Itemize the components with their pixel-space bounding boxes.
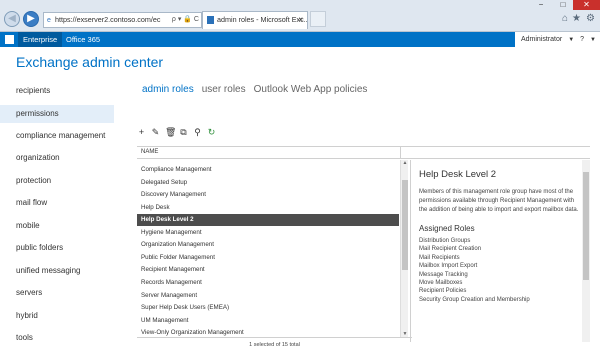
tab-title: admin roles - Microsoft Exc... (217, 15, 308, 24)
edit-icon[interactable]: ✎ (151, 127, 160, 137)
browser-tab[interactable]: admin roles - Microsoft Exc... × (202, 11, 308, 29)
list-scrollbar[interactable]: ▲ ▼ (400, 160, 408, 337)
tab-user-roles[interactable]: user roles (202, 84, 246, 95)
star-icon[interactable]: ★ (572, 13, 581, 24)
list-item[interactable]: Public Folder Management (137, 252, 399, 264)
address-text: https://exserver2.contoso.com/ec (55, 15, 161, 24)
user-menu[interactable]: Administrator (521, 36, 562, 43)
left-nav: recipients permissions compliance manage… (0, 80, 114, 363)
detail-description: Members of this management role group ha… (419, 189, 579, 213)
scroll-up-icon[interactable]: ▲ (401, 160, 409, 166)
nav-item-compliance-management[interactable]: compliance management (0, 127, 114, 145)
assigned-roles-heading: Assigned Roles (419, 224, 475, 233)
detail-header-divider (400, 146, 590, 159)
role-item: Mail Recipients (419, 254, 460, 261)
nav-item-servers[interactable]: servers (0, 284, 114, 302)
nav-item-unified-messaging[interactable]: unified messaging (0, 262, 114, 280)
office-logo-icon (5, 35, 14, 44)
main-tabs: admin roles user roles Outlook Web App p… (142, 84, 367, 95)
selection-status: 1 selected of 15 total (137, 337, 412, 351)
nav-item-protection[interactable]: protection (0, 172, 114, 190)
page-title: Exchange admin center (16, 54, 164, 70)
maximize-button[interactable]: □ (554, 0, 572, 10)
list-item[interactable]: Hygiene Management (137, 227, 399, 239)
nav-item-hybrid[interactable]: hybrid (0, 307, 114, 325)
add-icon[interactable]: + (137, 127, 146, 137)
list-item[interactable]: Delegated Setup (137, 177, 399, 189)
details-scrollbar[interactable] (582, 160, 590, 342)
details-pane: Help Desk Level 2 Members of this manage… (410, 160, 582, 342)
nav-item-recipients[interactable]: recipients (0, 82, 114, 100)
role-group-list: Compliance Management Delegated Setup Di… (137, 160, 400, 337)
help-button[interactable]: ? (580, 36, 584, 43)
list-item[interactable]: Discovery Management (137, 189, 399, 201)
forward-arrow-icon[interactable]: ▶ (23, 11, 39, 27)
address-bar[interactable]: e https://exserver2.contoso.com/ec ρ ▾ 🔒 … (43, 12, 202, 28)
role-item: Mail Recipient Creation (419, 246, 482, 253)
chevron-down-icon[interactable]: ▼ (590, 37, 596, 43)
role-item: Security Group Creation and Membership (419, 296, 530, 303)
role-item: Move Mailboxes (419, 280, 463, 287)
suite-user-area: Administrator ▼ ? ▼ (514, 32, 600, 47)
copy-icon[interactable]: ⧉ (179, 127, 188, 137)
minimize-button[interactable]: − (532, 0, 550, 10)
refresh-icon[interactable]: ↻ (207, 127, 216, 137)
scroll-thumb[interactable] (583, 172, 589, 280)
tab-favicon-icon (207, 16, 214, 24)
list-item[interactable]: Records Management (137, 277, 399, 289)
list-item-selected[interactable]: Help Desk Level 2 (137, 214, 399, 226)
toolbar: + ✎ 🗑 ⧉ ⚲ ↻ (137, 127, 216, 137)
browser-toolbar: ◀ ▶ e https://exserver2.contoso.com/ec ρ … (0, 0, 600, 32)
list-item[interactable]: Server Management (137, 290, 399, 302)
suite-office365-link[interactable]: Office 365 (66, 32, 100, 47)
tab-close-icon[interactable]: × (298, 12, 303, 28)
nav-item-organization[interactable]: organization (0, 149, 114, 167)
page-icon: e (47, 17, 51, 24)
search-icon[interactable]: ⚲ (193, 127, 202, 137)
home-icon[interactable]: ⌂ (562, 13, 568, 24)
tab-admin-roles[interactable]: admin roles (142, 84, 194, 95)
nav-item-tools[interactable]: tools (0, 329, 114, 347)
gear-icon[interactable]: ⚙ (586, 13, 595, 24)
nav-item-public-folders[interactable]: public folders (0, 239, 114, 257)
list-item[interactable]: Recipient Management (137, 264, 399, 276)
nav-item-mobile[interactable]: mobile (0, 217, 114, 235)
nav-item-permissions[interactable]: permissions (0, 105, 114, 123)
scroll-thumb[interactable] (402, 180, 408, 270)
suite-bar: Enterprise Office 365 Administrator ▼ ? … (0, 32, 600, 47)
address-tools[interactable]: ρ ▾ 🔒 C (172, 13, 199, 27)
role-item: Recipient Policies (419, 288, 467, 295)
chevron-down-icon[interactable]: ▼ (568, 37, 574, 43)
role-item: Mailbox Import Export (419, 263, 478, 270)
close-window-button[interactable]: ✕ (573, 0, 600, 10)
tab-owa-policies[interactable]: Outlook Web App policies (254, 84, 368, 95)
back-arrow-icon[interactable]: ◀ (4, 11, 20, 27)
role-item: Message Tracking (419, 271, 468, 278)
column-header-name[interactable]: NAME (137, 146, 400, 159)
nav-item-mail-flow[interactable]: mail flow (0, 194, 114, 212)
delete-icon[interactable]: 🗑 (165, 127, 176, 137)
list-item[interactable]: UM Management (137, 315, 399, 327)
list-item[interactable]: View-Only Organization Management (137, 327, 399, 337)
list-item[interactable]: Super Help Desk Users (EMEA) (137, 302, 399, 314)
assigned-roles-list: Distribution Groups Mail Recipient Creat… (419, 237, 582, 304)
list-item[interactable]: Compliance Management (137, 164, 399, 176)
list-item[interactable]: Organization Management (137, 239, 399, 251)
list-item[interactable]: Help Desk (137, 202, 399, 214)
suite-enterprise-link[interactable]: Enterprise (18, 32, 63, 47)
new-tab-button[interactable] (310, 11, 326, 27)
detail-title: Help Desk Level 2 (419, 169, 497, 180)
role-item: Distribution Groups (419, 238, 471, 244)
